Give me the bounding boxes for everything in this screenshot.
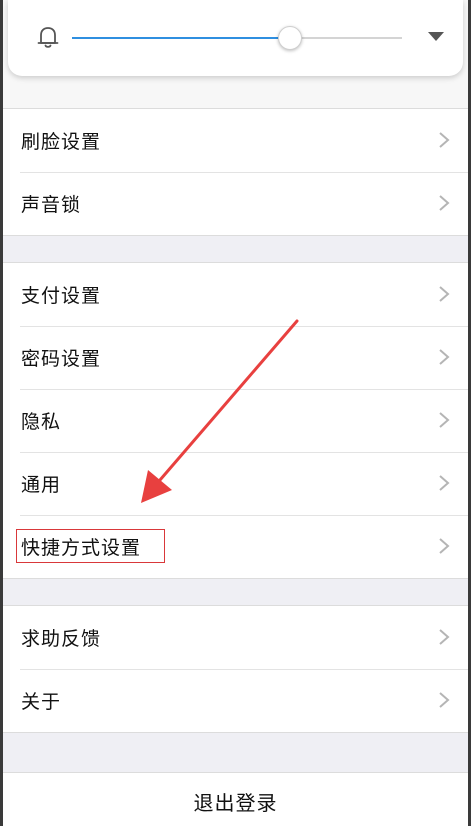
chevron-right-icon (439, 132, 450, 148)
settings-screen: < 设置 刷脸设置 声音锁 支付设置 密码设置 隐私 通用 (0, 0, 471, 826)
chevron-right-icon (439, 475, 450, 491)
highlight-box (16, 529, 165, 563)
logout-label: 退出登录 (193, 791, 278, 815)
volume-slider-fill (72, 37, 290, 39)
chevron-right-icon (439, 629, 450, 645)
chevron-right-icon (439, 195, 450, 211)
chevron-right-icon (439, 692, 450, 708)
expand-icon[interactable] (428, 32, 444, 41)
settings-item-privacy[interactable]: 隐私 (3, 389, 468, 452)
settings-group-help: 求助反馈 关于 (3, 605, 468, 733)
settings-item-label: 刷脸设置 (21, 131, 102, 153)
settings-item-label: 关于 (21, 691, 62, 713)
settings-item-payment[interactable]: 支付设置 (3, 263, 468, 326)
volume-popup (8, 0, 463, 76)
settings-item-about[interactable]: 关于 (3, 669, 468, 732)
settings-item-label: 隐私 (21, 411, 62, 433)
logout-button[interactable]: 退出登录 (3, 772, 468, 826)
volume-slider[interactable] (72, 26, 402, 50)
chevron-right-icon (439, 538, 450, 554)
settings-item-label: 通用 (21, 474, 62, 496)
chevron-right-icon (439, 412, 450, 428)
settings-item-face[interactable]: 刷脸设置 (3, 109, 468, 172)
settings-item-password[interactable]: 密码设置 (3, 326, 468, 389)
settings-item-label: 支付设置 (21, 285, 102, 307)
settings-item-voice-lock[interactable]: 声音锁 (3, 172, 468, 235)
volume-slider-thumb[interactable] (277, 26, 302, 50)
settings-group-security: 刷脸设置 声音锁 (3, 108, 468, 236)
chevron-right-icon (439, 286, 450, 302)
chevron-right-icon (439, 349, 450, 365)
settings-item-label: 声音锁 (21, 194, 82, 216)
settings-item-general[interactable]: 通用 (3, 452, 468, 515)
bell-icon[interactable] (36, 24, 60, 50)
settings-item-label: 密码设置 (21, 348, 102, 370)
settings-item-help-feedback[interactable]: 求助反馈 (3, 606, 468, 669)
settings-item-label: 求助反馈 (21, 628, 102, 650)
